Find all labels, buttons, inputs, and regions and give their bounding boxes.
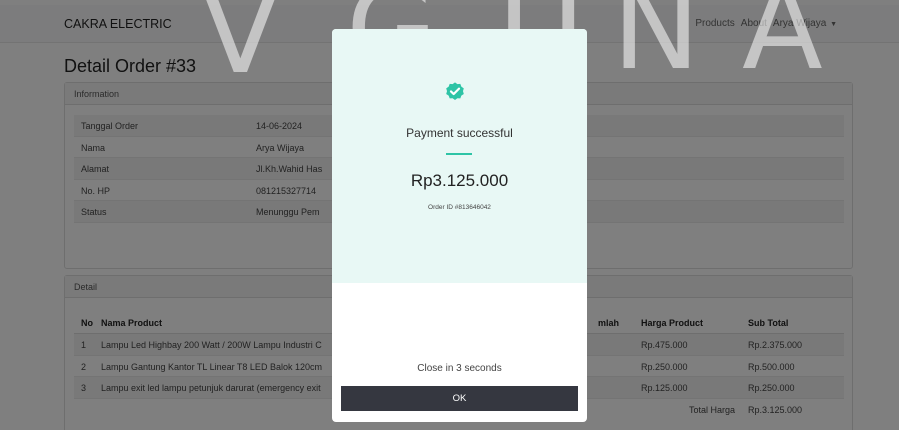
divider xyxy=(446,153,472,155)
ok-button[interactable]: OK xyxy=(341,386,578,411)
order-id: Order ID #813646042 xyxy=(428,204,491,211)
payment-amount: Rp3.125.000 xyxy=(410,171,509,190)
payment-success-modal: Payment successful Rp3.125.000 Order ID … xyxy=(332,29,587,422)
modal-title: Payment successful xyxy=(406,126,513,140)
check-badge-icon xyxy=(446,82,464,100)
close-countdown: Close in 3 seconds xyxy=(417,363,502,374)
modal-top-panel: Payment successful Rp3.125.000 Order ID … xyxy=(332,29,587,283)
